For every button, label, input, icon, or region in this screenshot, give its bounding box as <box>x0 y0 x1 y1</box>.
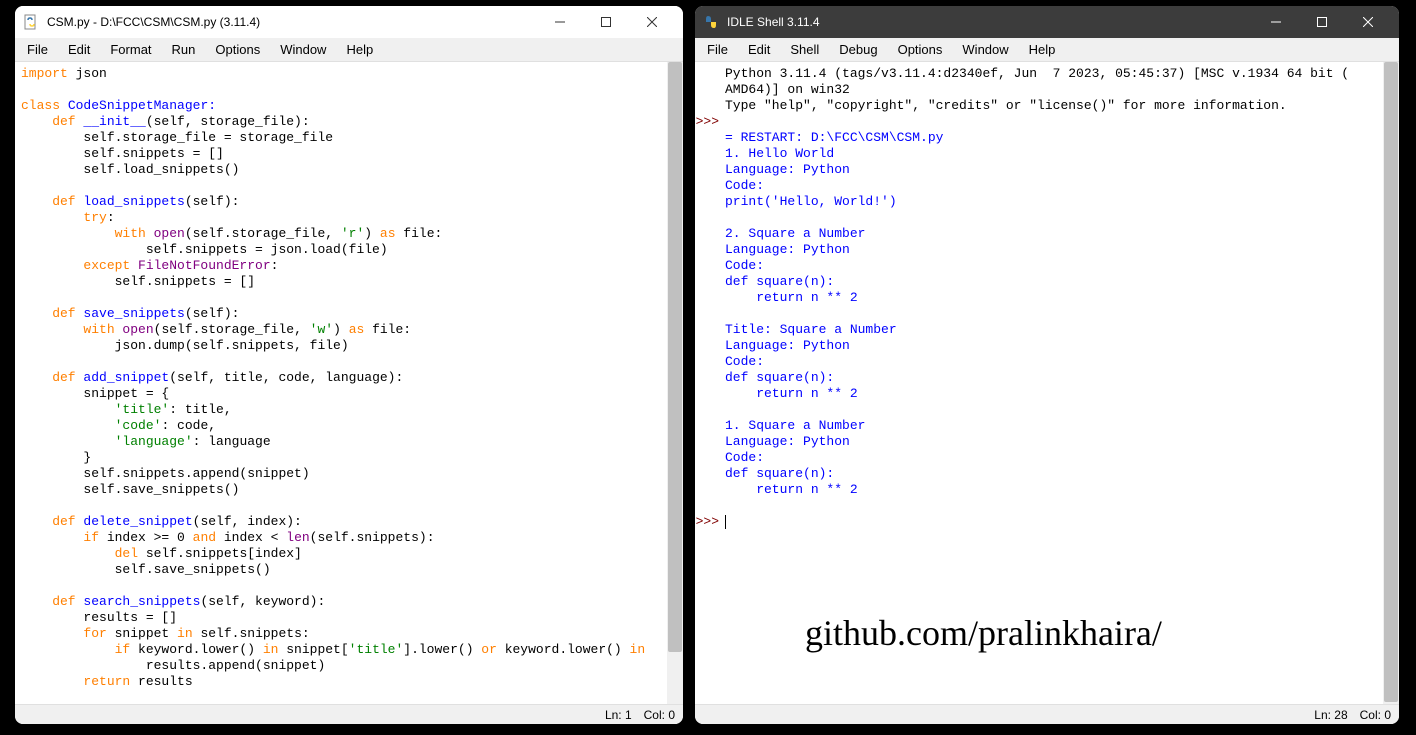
menu-help[interactable]: Help <box>336 40 383 59</box>
editor-statusbar: Ln: 1 Col: 0 <box>15 704 683 724</box>
shell-text-area[interactable]: >>> >>> Python 3.11.4 (tags/v3.11.4:d234… <box>695 62 1399 704</box>
editor-menubar: File Edit Format Run Options Window Help <box>15 38 683 62</box>
menu-format[interactable]: Format <box>100 40 161 59</box>
scrollbar-thumb[interactable] <box>1384 62 1398 702</box>
menu-debug[interactable]: Debug <box>829 40 887 59</box>
shell-window: IDLE Shell 3.11.4 File Edit Shell Debug … <box>695 6 1399 724</box>
menu-shell[interactable]: Shell <box>780 40 829 59</box>
status-col: Col: 0 <box>644 708 675 722</box>
menu-file[interactable]: File <box>17 40 58 59</box>
status-line: Ln: 28 <box>1314 708 1347 722</box>
maximize-button[interactable] <box>583 6 629 38</box>
watermark-text: github.com/pralinkhaira/ <box>805 612 1162 654</box>
editor-window: CSM.py - D:\FCC\CSM\CSM.py (3.11.4) File… <box>15 6 683 724</box>
editor-text-area[interactable]: import json class CodeSnippetManager: de… <box>15 62 683 704</box>
status-line: Ln: 1 <box>605 708 632 722</box>
close-button[interactable] <box>1345 6 1391 38</box>
shell-prompt: >>> <box>695 514 719 530</box>
menu-edit[interactable]: Edit <box>58 40 100 59</box>
menu-run[interactable]: Run <box>162 40 206 59</box>
menu-window[interactable]: Window <box>270 40 336 59</box>
shell-scrollbar[interactable] <box>1383 62 1399 704</box>
menu-options[interactable]: Options <box>205 40 270 59</box>
menu-options[interactable]: Options <box>888 40 953 59</box>
scrollbar-thumb[interactable] <box>668 62 682 652</box>
menu-file[interactable]: File <box>697 40 738 59</box>
minimize-button[interactable] <box>1253 6 1299 38</box>
close-button[interactable] <box>629 6 675 38</box>
status-col: Col: 0 <box>1360 708 1391 722</box>
menu-help[interactable]: Help <box>1019 40 1066 59</box>
shell-prompt: >>> <box>695 114 719 130</box>
maximize-button[interactable] <box>1299 6 1345 38</box>
menu-edit[interactable]: Edit <box>738 40 780 59</box>
editor-titlebar[interactable]: CSM.py - D:\FCC\CSM\CSM.py (3.11.4) <box>15 6 683 38</box>
shell-menubar: File Edit Shell Debug Options Window Hel… <box>695 38 1399 62</box>
editor-title: CSM.py - D:\FCC\CSM\CSM.py (3.11.4) <box>47 15 260 29</box>
shell-statusbar: Ln: 28 Col: 0 <box>695 704 1399 724</box>
menu-window[interactable]: Window <box>952 40 1018 59</box>
minimize-button[interactable] <box>537 6 583 38</box>
python-file-icon <box>23 14 39 30</box>
editor-scrollbar[interactable] <box>667 62 683 704</box>
shell-title: IDLE Shell 3.11.4 <box>727 15 820 29</box>
python-icon <box>703 14 719 30</box>
shell-titlebar[interactable]: IDLE Shell 3.11.4 <box>695 6 1399 38</box>
text-cursor <box>725 515 726 529</box>
